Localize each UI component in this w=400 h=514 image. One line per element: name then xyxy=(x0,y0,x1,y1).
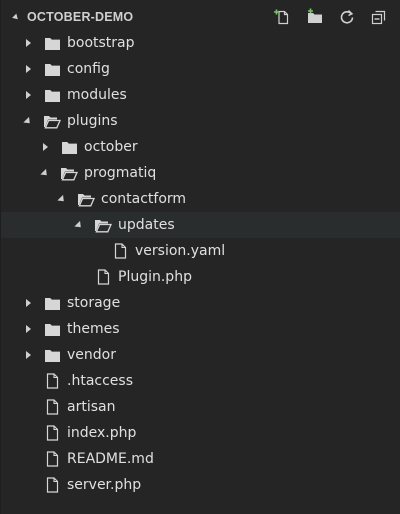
chevron-right-icon[interactable] xyxy=(21,30,35,56)
tree-folder-item[interactable]: vendor xyxy=(1,342,400,368)
chevron-right-icon[interactable] xyxy=(21,316,35,342)
chevron-right-icon[interactable] xyxy=(21,56,35,82)
file-icon xyxy=(43,372,61,390)
tree-folder-item[interactable]: modules xyxy=(1,82,400,108)
new-folder-button[interactable] xyxy=(302,6,328,28)
folder-open-icon xyxy=(94,216,112,234)
tree-folder-item[interactable]: contactform xyxy=(1,186,400,212)
tree-file-item[interactable]: README.md xyxy=(1,446,400,472)
folder-icon xyxy=(43,60,61,78)
tree-item-label: config xyxy=(67,61,110,77)
folder-open-icon xyxy=(43,112,61,130)
chevron-right-icon[interactable] xyxy=(21,82,35,108)
explorer-toolbar xyxy=(270,6,392,28)
folder-open-icon xyxy=(60,164,78,182)
tree-item-label: Plugin.php xyxy=(118,269,192,285)
folder-icon xyxy=(43,346,61,364)
tree-item-label: progmatiq xyxy=(84,165,157,181)
chevron-right-icon[interactable] xyxy=(21,342,35,368)
tree-file-item[interactable]: artisan xyxy=(1,394,400,420)
tree-item-label: index.php xyxy=(67,425,137,441)
collapse-all-button[interactable] xyxy=(366,6,392,28)
tree-folder-item[interactable]: bootstrap xyxy=(1,30,400,56)
new-file-button[interactable] xyxy=(270,6,296,28)
new-file-icon xyxy=(274,9,289,25)
tree-folder-item[interactable]: progmatiq xyxy=(1,160,400,186)
tree-item-label: october xyxy=(84,139,138,155)
file-icon xyxy=(43,450,61,468)
tree-folder-item[interactable]: october xyxy=(1,134,400,160)
tree-item-label: version.yaml xyxy=(135,243,226,259)
file-tree: bootstrap config modules plugins october prog… xyxy=(1,30,400,498)
chevron-right-icon[interactable] xyxy=(38,134,52,160)
folder-icon xyxy=(43,34,61,52)
tree-item-label: storage xyxy=(67,295,121,311)
tree-folder-item[interactable]: updates xyxy=(1,212,400,238)
tree-item-label: bootstrap xyxy=(67,35,135,51)
chevron-down-icon[interactable] xyxy=(38,160,52,186)
file-icon xyxy=(43,398,61,416)
refresh-button[interactable] xyxy=(334,6,360,28)
tree-folder-item[interactable]: plugins xyxy=(1,108,400,134)
tree-file-item[interactable]: server.php xyxy=(1,472,400,498)
tree-item-label: vendor xyxy=(67,347,116,363)
file-explorer-panel: OCTOBER-DEMO bootstrap config modules pl… xyxy=(0,0,400,514)
tree-item-label: themes xyxy=(67,321,120,337)
tree-folder-item[interactable]: themes xyxy=(1,316,400,342)
collapse-chevron-icon[interactable] xyxy=(12,13,20,22)
folder-icon xyxy=(43,320,61,338)
collapse-all-icon xyxy=(371,10,386,25)
tree-file-item[interactable]: index.php xyxy=(1,420,400,446)
file-icon xyxy=(43,476,61,494)
tree-item-label: artisan xyxy=(67,399,116,415)
folder-icon xyxy=(60,138,78,156)
project-title: OCTOBER-DEMO xyxy=(27,10,134,24)
tree-folder-item[interactable]: config xyxy=(1,56,400,82)
tree-item-label: .htaccess xyxy=(67,373,133,389)
tree-file-item[interactable]: Plugin.php xyxy=(1,264,400,290)
tree-folder-item[interactable]: storage xyxy=(1,290,400,316)
chevron-down-icon[interactable] xyxy=(55,186,69,212)
chevron-right-icon[interactable] xyxy=(21,290,35,316)
new-folder-icon xyxy=(308,8,322,23)
tree-item-label: README.md xyxy=(67,451,154,467)
tree-item-label: modules xyxy=(67,87,127,103)
tree-item-label: server.php xyxy=(67,477,142,493)
tree-item-label: plugins xyxy=(67,113,118,129)
folder-icon xyxy=(43,86,61,104)
folder-open-icon xyxy=(77,190,95,208)
tree-item-label: contactform xyxy=(101,191,187,207)
file-icon xyxy=(94,268,112,286)
chevron-down-icon[interactable] xyxy=(72,212,86,238)
tree-file-item[interactable]: version.yaml xyxy=(1,238,400,264)
tree-file-item[interactable]: .htaccess xyxy=(1,368,400,394)
refresh-icon xyxy=(340,9,354,24)
file-icon xyxy=(111,242,129,260)
chevron-down-icon[interactable] xyxy=(21,108,35,134)
folder-icon xyxy=(43,294,61,312)
tree-item-label: updates xyxy=(118,217,175,233)
file-icon xyxy=(43,424,61,442)
